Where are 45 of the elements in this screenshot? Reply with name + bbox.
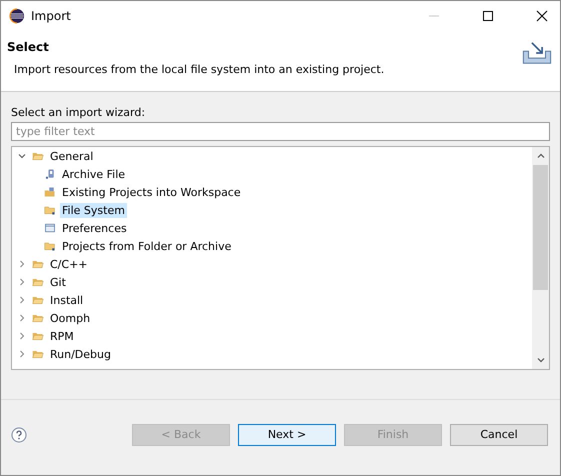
scrollbar-thumb[interactable] <box>533 165 548 290</box>
expand-chevron-icon[interactable] <box>18 314 26 322</box>
preferences-icon <box>44 222 56 234</box>
maximize-icon[interactable] <box>482 10 494 22</box>
folder-icon <box>32 294 44 306</box>
tree-item[interactable]: Oomph <box>48 310 92 326</box>
expand-chevron-icon[interactable] <box>18 296 26 304</box>
tree-item[interactable]: Projects from Folder or Archive <box>60 238 234 254</box>
window-title: Import <box>31 9 71 23</box>
wizard-label: Select an import wizard: <box>11 106 146 119</box>
folder-icon <box>44 204 56 216</box>
vertical-scrollbar[interactable] <box>532 147 549 369</box>
wizard-button[interactable]: Next > <box>238 424 336 446</box>
expand-chevron-icon[interactable] <box>18 278 26 286</box>
tree-item[interactable]: File System <box>60 202 127 218</box>
expand-chevron-icon[interactable] <box>18 260 26 268</box>
archive-icon <box>44 168 56 180</box>
tree-item[interactable]: Install <box>48 292 86 308</box>
app-logo-icon <box>9 8 25 24</box>
folder-icon <box>32 330 44 342</box>
tree-item[interactable]: Archive File <box>60 166 128 182</box>
wizard-button[interactable]: Cancel <box>450 424 548 446</box>
folder-icon <box>32 258 44 270</box>
folder-icon <box>32 276 44 288</box>
close-icon[interactable] <box>536 10 548 22</box>
expand-chevron-icon[interactable] <box>18 332 26 340</box>
tree-item[interactable]: C/C++ <box>48 256 90 272</box>
project-folder-icon <box>44 186 56 198</box>
folder-icon <box>32 348 44 360</box>
tree-item[interactable]: Existing Projects into Workspace <box>60 184 243 200</box>
tree-item[interactable]: Preferences <box>60 220 129 236</box>
scroll-down-icon[interactable] <box>536 355 546 365</box>
folder-icon <box>32 312 44 324</box>
help-icon[interactable] <box>11 426 27 442</box>
tree-item[interactable]: General <box>48 148 96 164</box>
folder-icon <box>44 240 56 252</box>
page-description: Import resources from the local file system into an existing project. <box>13 63 386 76</box>
tree-item[interactable]: RPM <box>48 328 76 344</box>
expand-chevron-icon[interactable] <box>18 350 26 358</box>
tree-item[interactable]: Run/Debug <box>48 346 113 362</box>
filter-field[interactable]: type filter text <box>11 122 550 141</box>
page-title: Select <box>7 40 50 54</box>
collapse-chevron-icon[interactable] <box>18 152 26 160</box>
folder-icon <box>32 150 44 162</box>
tree-item[interactable]: Git <box>48 274 68 290</box>
